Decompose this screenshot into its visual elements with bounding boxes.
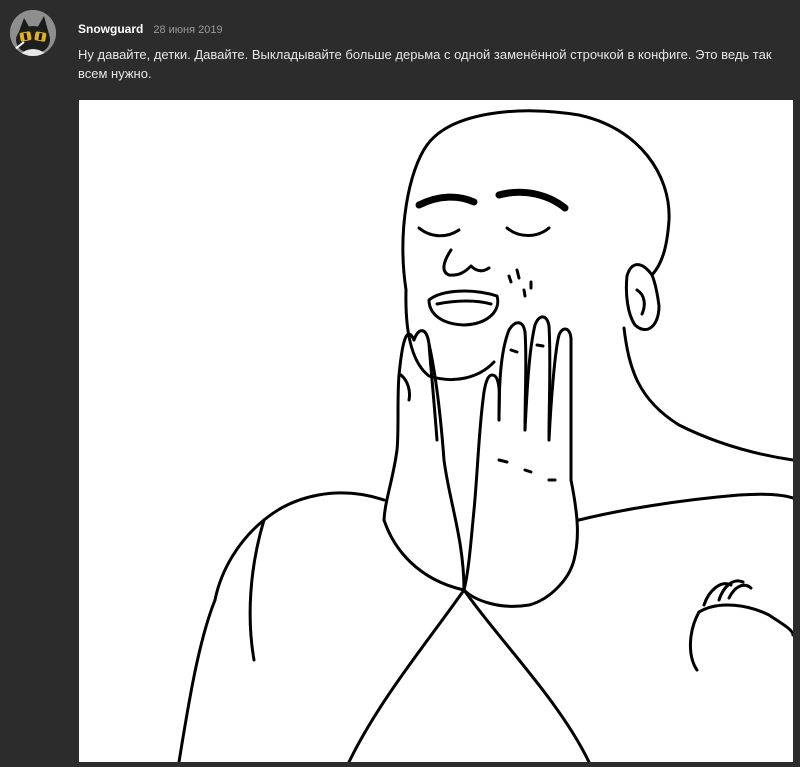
- comment-date[interactable]: 28 июня 2019: [153, 24, 222, 36]
- avatar[interactable]: [10, 10, 56, 56]
- comment-meta: Snowguard 28 июня 2019: [78, 22, 223, 37]
- comment-image[interactable]: [79, 100, 793, 762]
- author-name[interactable]: Snowguard: [78, 22, 143, 36]
- comment-container: Snowguard 28 июня 2019 Ну давайте, детки.…: [0, 0, 800, 767]
- cat-avatar-icon: [10, 10, 56, 56]
- feels-good-meme-drawing: [177, 109, 793, 762]
- comment-body: Ну давайте, детки. Давайте. Выкладывайте…: [78, 47, 772, 81]
